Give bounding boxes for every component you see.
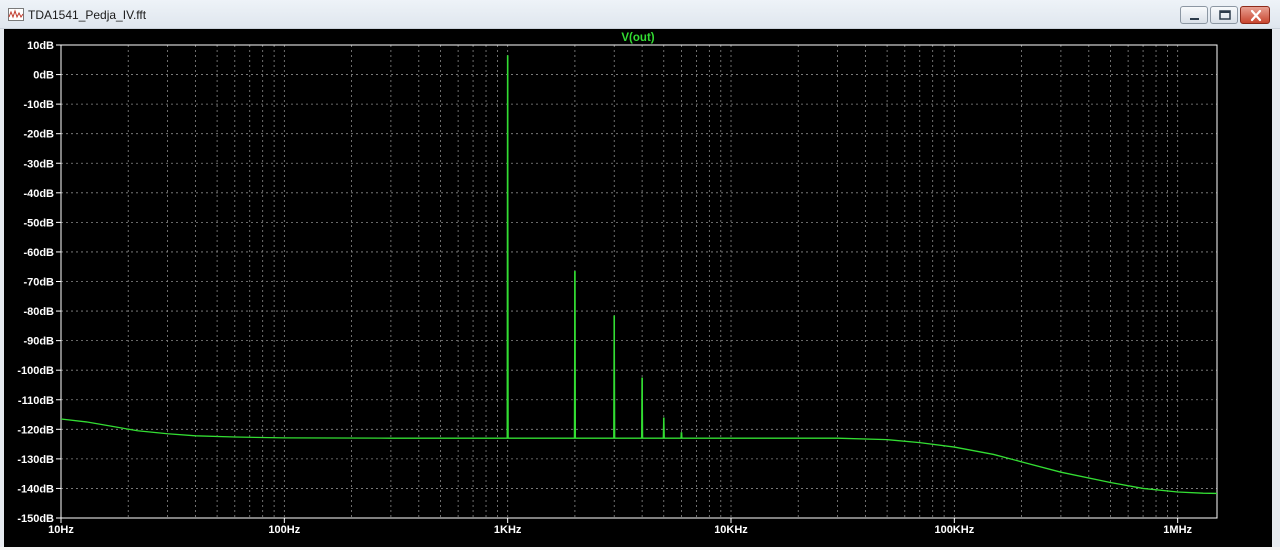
y-tick-label: -80dB	[23, 306, 54, 318]
x-tick-label: 1MHz	[1163, 524, 1192, 536]
plot-area[interactable]: 10dB 0dB -10dB -20dB -30dB -40dB -50dB -60dB -70…	[4, 29, 1272, 547]
y-tick-label: -50dB	[23, 217, 54, 229]
y-tick-label: -130dB	[17, 454, 54, 466]
x-tick-label: 10KHz	[714, 524, 748, 536]
fft-chart[interactable]: 10dB 0dB -10dB -20dB -30dB -40dB -50dB -60dB -70…	[4, 29, 1272, 547]
chart-title[interactable]: V(out)	[621, 32, 654, 44]
y-tick-label: 0dB	[33, 70, 54, 82]
y-tick-label: -70dB	[23, 277, 54, 289]
x-tick-label: 100KHz	[934, 524, 974, 536]
y-tick-label: -100dB	[17, 365, 54, 377]
y-tick-label: -120dB	[17, 424, 54, 436]
y-tick-label: -10dB	[23, 99, 54, 111]
y-tick-label: -140dB	[17, 483, 54, 495]
grid	[61, 45, 1217, 518]
y-tick-label: -90dB	[23, 336, 54, 348]
y-tick-label: 10dB	[27, 40, 54, 52]
close-icon	[1250, 9, 1262, 22]
fft-window: TDA1541_Pedja_IV.fft 10dB 0dB -10dB -20dB -3…	[0, 0, 1280, 550]
y-axis: 10dB 0dB -10dB -20dB -30dB -40dB -50dB -60dB -70…	[17, 40, 61, 525]
maximize-icon	[1219, 10, 1231, 20]
y-tick-label: -110dB	[18, 395, 54, 407]
y-tick-label: -30dB	[23, 158, 54, 170]
close-button[interactable]	[1240, 6, 1270, 24]
minimize-button[interactable]	[1180, 6, 1208, 24]
y-tick-label: -60dB	[23, 247, 54, 259]
y-tick-label: -20dB	[23, 129, 54, 141]
y-tick-label: -40dB	[23, 188, 54, 200]
waveform-icon	[8, 8, 24, 21]
minimize-icon	[1190, 18, 1199, 20]
x-tick-label: 1KHz	[494, 524, 522, 536]
x-axis: 10Hz 100Hz 1KHz 10KHz 100KHz 1MHz	[48, 518, 1193, 536]
title-bar[interactable]: TDA1541_Pedja_IV.fft	[0, 0, 1280, 29]
window-title: TDA1541_Pedja_IV.fft	[28, 8, 147, 22]
x-tick-label: 100Hz	[268, 524, 300, 536]
maximize-button[interactable]	[1210, 6, 1238, 24]
x-tick-label: 10Hz	[48, 524, 74, 536]
